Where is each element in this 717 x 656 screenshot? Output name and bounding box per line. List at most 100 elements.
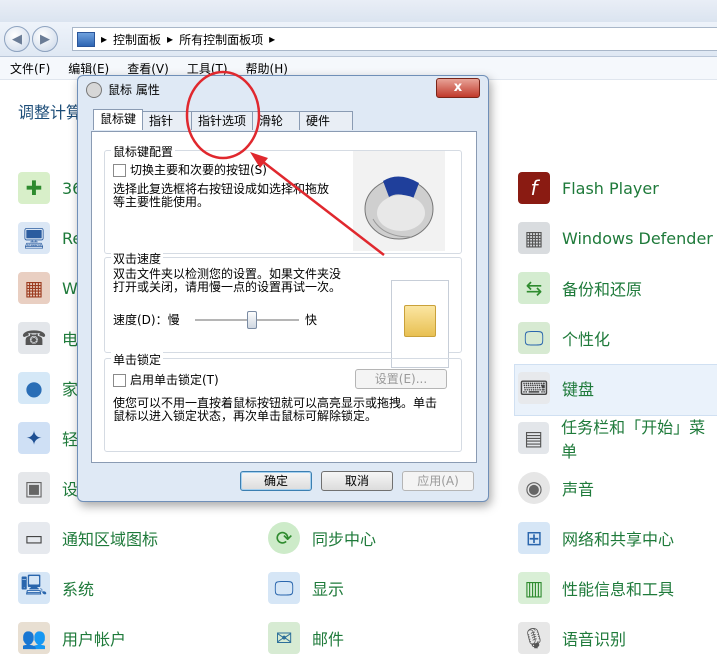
cp-item-label: 系统 bbox=[62, 580, 95, 599]
menu-edit[interactable]: 编辑(E) bbox=[68, 60, 109, 77]
cp-item-label: 任务栏和「开始」菜单 bbox=[561, 418, 706, 461]
microphone-icon: 🎙 bbox=[518, 622, 550, 654]
checkbox-label: 启用单击锁定(T) bbox=[130, 373, 219, 387]
defender-icon: ▦ bbox=[518, 222, 550, 254]
back-arrow-icon: ◀ bbox=[12, 31, 22, 47]
cp-item-label: 通知区域图标 bbox=[62, 530, 159, 549]
window-titlebar bbox=[0, 0, 717, 22]
cp-item-taskbar[interactable]: ▤ 任务栏和「开始」菜单 bbox=[518, 418, 717, 461]
cp-item-home[interactable]: ● 家 bbox=[18, 370, 78, 406]
cp-item-performance[interactable]: ▥ 性能信息和工具 bbox=[518, 570, 674, 606]
cp-item-label: 用户帐户 bbox=[62, 630, 127, 649]
menu-file[interactable]: 文件(F) bbox=[10, 60, 50, 77]
taskbar-icon: ▤ bbox=[518, 422, 550, 454]
forward-arrow-icon: ▶ bbox=[40, 31, 50, 47]
tab-buttons[interactable]: 鼠标键 bbox=[93, 109, 144, 130]
double-click-speed-slider[interactable] bbox=[195, 310, 299, 330]
slider-thumb[interactable] bbox=[247, 311, 257, 329]
personalize-icon: 🖵 bbox=[518, 322, 550, 354]
system-icon: 🖳 bbox=[18, 572, 50, 604]
double-click-group: 双击速度 双击文件夹以检测您的设置。如果文件夹没 打开或关闭，请用慢一点的设置再… bbox=[104, 250, 462, 368]
cp-item-display[interactable]: 🖵 显示 bbox=[268, 570, 344, 606]
cp-item-label: 备份和还原 bbox=[562, 280, 643, 299]
flash-icon: f bbox=[518, 172, 550, 204]
forward-button[interactable]: ▶ bbox=[32, 26, 58, 52]
ok-button[interactable]: 确定 bbox=[240, 471, 312, 491]
switch-buttons-option[interactable]: 切换主要和次要的按钮(S) bbox=[113, 164, 267, 177]
back-button[interactable]: ◀ bbox=[4, 26, 30, 52]
breadcrumb-control-panel[interactable]: 控制面板 bbox=[113, 31, 161, 48]
cp-item-device[interactable]: ▣ 设 bbox=[18, 470, 78, 506]
cp-item-mail[interactable]: ✉ 邮件 bbox=[268, 620, 344, 656]
tab-pointer-options[interactable]: 指针选项 bbox=[191, 111, 254, 130]
users-icon: 👥 bbox=[18, 622, 50, 654]
cp-item-ease[interactable]: ✦ 轻 bbox=[18, 420, 78, 456]
close-button[interactable]: x bbox=[436, 78, 480, 98]
control-panel-icon bbox=[77, 31, 95, 47]
cp-item-label: 网络和共享中心 bbox=[562, 530, 675, 549]
cp-item-label: 显示 bbox=[312, 580, 345, 599]
apply-button[interactable]: 应用(A) bbox=[402, 471, 474, 491]
breadcrumb-sep-icon: ▸ bbox=[269, 32, 276, 46]
tab-pointers[interactable]: 指针 bbox=[142, 111, 193, 130]
tab-bar: 鼠标键 指针 指针选项 滑轮 硬件 bbox=[93, 109, 354, 131]
menu-view[interactable]: 查看(V) bbox=[127, 60, 169, 77]
cp-item-label: 家 bbox=[62, 380, 79, 399]
tab-hardware[interactable]: 硬件 bbox=[299, 111, 354, 130]
test-folder[interactable] bbox=[391, 280, 449, 368]
performance-icon: ▥ bbox=[518, 572, 550, 604]
network-share-icon: ⊞ bbox=[518, 522, 550, 554]
clicklock-description: 鼠标以进入锁定状态，再次单击鼠标可解除锁定。 bbox=[113, 409, 378, 423]
mail-icon: ✉ bbox=[268, 622, 300, 654]
switch-buttons-checkbox[interactable] bbox=[113, 164, 126, 177]
cp-item-wi[interactable]: ▦ Wi bbox=[18, 270, 82, 306]
cp-item-label: 语音识别 bbox=[562, 630, 627, 649]
cp-item-phone[interactable]: ☎ 电 bbox=[18, 320, 78, 356]
breadcrumb-sep-icon: ▸ bbox=[101, 32, 108, 46]
clicklock-settings-button[interactable]: 设置(E)... bbox=[355, 369, 447, 389]
address-bar: ◀ ▶ ▸ 控制面板 ▸ 所有控制面板项 ▸ bbox=[0, 22, 717, 57]
cp-item-sound[interactable]: ◉ 声音 bbox=[518, 470, 594, 506]
cp-item-label: 邮件 bbox=[312, 630, 345, 649]
cp-item-flash[interactable]: f Flash Player bbox=[518, 170, 659, 206]
cp-item-re[interactable]: 🖥 Re bbox=[18, 220, 82, 256]
breadcrumb-all-items[interactable]: 所有控制面板项 bbox=[179, 31, 263, 48]
tab-wheel[interactable]: 滑轮 bbox=[252, 111, 301, 130]
speed-description: 打开或关闭，请用慢一点的设置再试一次。 bbox=[113, 280, 342, 294]
cp-item-personalize[interactable]: 🖵 个性化 bbox=[518, 320, 610, 356]
cp-item-system[interactable]: 🖳 系统 bbox=[18, 570, 94, 606]
keyboard-icon: ⌨ bbox=[518, 372, 550, 404]
button-config-group: 鼠标键配置 切换主要和次要的按钮(S) 选择此复选框将右按钮设成如选择和拖放 等… bbox=[104, 143, 462, 254]
ease-access-icon: ✦ bbox=[18, 422, 50, 454]
address-field[interactable]: ▸ 控制面板 ▸ 所有控制面板项 ▸ bbox=[72, 27, 717, 51]
cp-item-speech[interactable]: 🎙 语音识别 bbox=[518, 620, 626, 656]
menu-tools[interactable]: 工具(T) bbox=[187, 60, 228, 77]
backup-icon: ⇆ bbox=[518, 272, 550, 304]
cp-item-backup[interactable]: ⇆ 备份和还原 bbox=[518, 270, 642, 306]
cancel-button[interactable]: 取消 bbox=[321, 471, 393, 491]
clicklock-group: 单击锁定 启用单击锁定(T) 设置(E)... 使您可以不用一直按着鼠标按钮就可… bbox=[104, 351, 462, 452]
config-description: 等主要性能使用。 bbox=[113, 195, 210, 209]
group-label: 鼠标键配置 bbox=[111, 143, 176, 160]
dialog-title: 鼠标 属性 bbox=[108, 83, 160, 97]
clicklock-checkbox[interactable] bbox=[113, 374, 126, 387]
group-label: 双击速度 bbox=[111, 250, 164, 267]
cp-item-defender[interactable]: ▦ Windows Defender bbox=[518, 220, 713, 256]
cp-item-notification[interactable]: ▭ 通知区域图标 bbox=[18, 520, 158, 556]
shield-icon: ✚ bbox=[18, 172, 50, 204]
cp-item-label: 轻 bbox=[62, 430, 79, 449]
phone-icon: ☎ bbox=[18, 322, 50, 354]
cp-item-network-share[interactable]: ⊞ 网络和共享中心 bbox=[518, 520, 674, 556]
cp-item-users[interactable]: 👥 用户帐户 bbox=[18, 620, 126, 656]
menu-help[interactable]: 帮助(H) bbox=[246, 60, 288, 77]
cp-item-sync[interactable]: ⟳ 同步中心 bbox=[268, 520, 376, 556]
clicklock-option[interactable]: 启用单击锁定(T) bbox=[113, 374, 219, 387]
display-icon: 🖵 bbox=[268, 572, 300, 604]
speed-label: 速度(D)：慢 bbox=[113, 313, 180, 327]
breadcrumb-sep-icon: ▸ bbox=[167, 32, 174, 46]
cp-item-keyboard[interactable]: ⌨ 键盘 bbox=[518, 370, 594, 406]
cp-item-label: 电 bbox=[62, 330, 79, 349]
folder-icon bbox=[404, 305, 436, 337]
group-label: 单击锁定 bbox=[111, 351, 164, 368]
mouse-icon bbox=[86, 81, 102, 98]
